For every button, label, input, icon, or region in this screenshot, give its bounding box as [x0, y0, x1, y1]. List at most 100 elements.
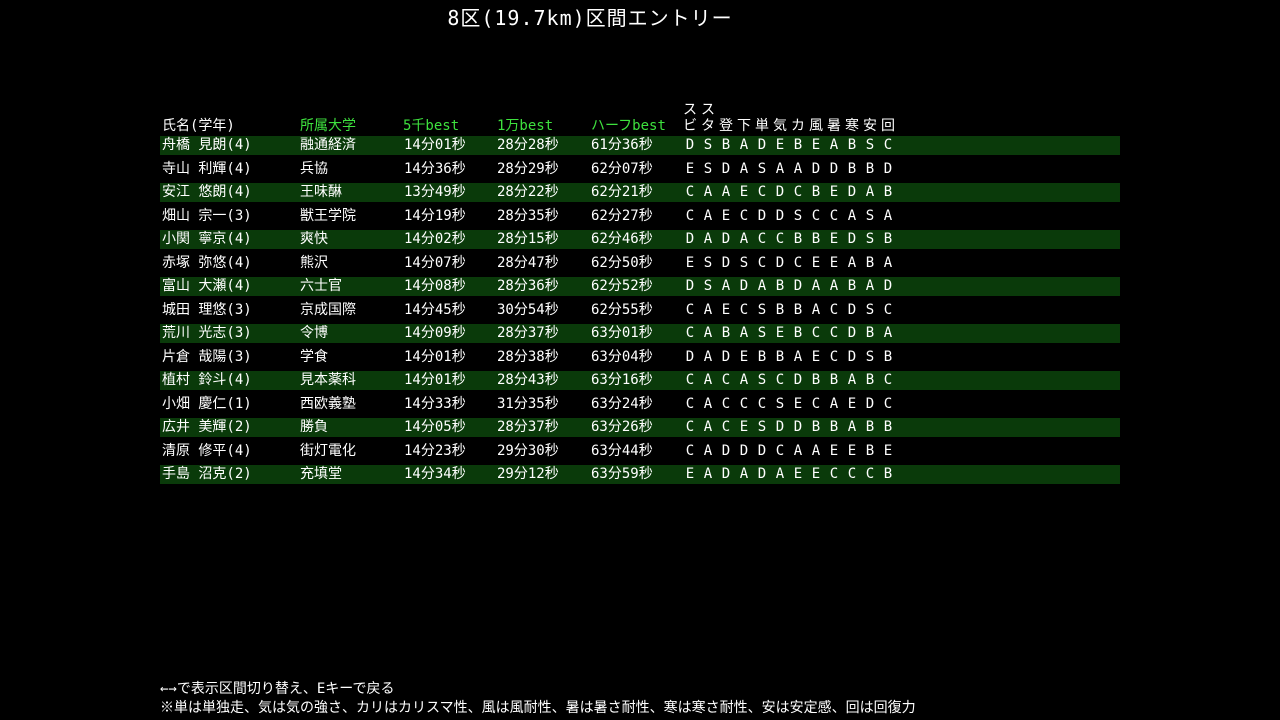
runner-half-best: 62分55秒: [591, 301, 653, 318]
grade-cell: B: [883, 419, 893, 435]
grade-cell: C: [775, 372, 785, 388]
runner-university: 街灯電化: [300, 442, 356, 459]
grade-cell: A: [793, 160, 803, 177]
header-ability-label: 暑: [827, 118, 841, 134]
header-ability-top: [771, 102, 789, 118]
runner-row[interactable]: 小畑 慶仁(1) 西欧義塾 14分33秒 31分35秒 63分24秒 C A C C C S E C A E…: [160, 395, 1120, 414]
runner-row[interactable]: 荒川 光志(3) 令博 14分09秒 28分37秒 63分01秒 C A B A S E B C C D B A: [160, 324, 1120, 343]
grade-cell: A: [703, 348, 713, 365]
grade-cell: S: [775, 395, 785, 412]
grade-cell: C: [865, 466, 875, 482]
grade-cell: A: [757, 278, 767, 294]
grade-cell: S: [739, 254, 749, 271]
header-ability-top: [789, 102, 807, 118]
grade-cell: D: [685, 278, 695, 294]
runner-half-best: 61分36秒: [591, 137, 653, 153]
runner-grades: CADDDCAAEEBE: [681, 442, 897, 461]
runner-half-best: 62分50秒: [591, 254, 653, 271]
runner-name: 広井 美輝(2): [162, 419, 252, 435]
header-ability-top: [825, 102, 843, 118]
grade-cell: A: [703, 419, 713, 435]
grade-cell: B: [775, 301, 785, 318]
header-ability-top: [753, 102, 771, 118]
grade-cell: A: [703, 442, 713, 459]
grade-cell: A: [793, 442, 803, 459]
runner-row[interactable]: 赤塚 弥悠(4) 熊沢 14分07秒 28分47秒 62分50秒 E S D S C D C E E A B A: [160, 254, 1120, 273]
grade-cell: D: [721, 160, 731, 177]
runner-5k-best: 14分01秒: [404, 137, 466, 153]
runner-half-best: 62分46秒: [591, 231, 653, 247]
grade-cell: A: [775, 160, 785, 177]
grade-cell: C: [829, 325, 839, 341]
runner-row[interactable]: 寺山 利輝(4) 兵協 14分36秒 28分29秒 62分07秒 E S D A S A A D D B B D: [160, 160, 1120, 179]
runner-10k-best: 28分29秒: [497, 160, 559, 177]
grade-cell: C: [685, 301, 695, 318]
runner-name: 富山 大瀬(4): [162, 278, 252, 294]
header-ability-0: スビ: [681, 102, 699, 134]
runner-university: 兵協: [300, 160, 328, 177]
grade-cell: B: [865, 325, 875, 341]
runner-5k-best: 13分49秒: [404, 184, 466, 200]
grade-cell: A: [829, 395, 839, 412]
header-ability-top: [717, 102, 735, 118]
header-ability-3: 下: [735, 102, 753, 134]
runner-row[interactable]: 富山 大瀬(4) 六士官 14分08秒 28分36秒 62分52秒 D S A D A B D A A B A…: [160, 277, 1120, 296]
runner-row[interactable]: 舟橋 見朗(4) 融通経済 14分01秒 28分28秒 61分36秒 D S B A D E B E A B…: [160, 136, 1120, 155]
grade-cell: D: [847, 184, 857, 200]
grade-cell: C: [685, 207, 695, 224]
grade-cell: C: [883, 395, 893, 412]
grade-cell: A: [703, 184, 713, 200]
entry-table: 氏名(学年) 所属大学 5千best 1万best ハーフbest スビスタ 登…: [160, 98, 1120, 489]
runner-row[interactable]: 手島 沼克(2) 充填堂 14分34秒 29分12秒 63分59秒 E A D A D A E E C C C…: [160, 465, 1120, 484]
grade-cell: C: [811, 325, 821, 341]
grade-cell: E: [721, 301, 731, 318]
grade-cell: E: [775, 137, 785, 153]
header-ability-top: [879, 102, 897, 118]
grade-cell: E: [811, 466, 821, 482]
runner-5k-best: 14分02秒: [404, 231, 466, 247]
grade-cell: C: [721, 372, 731, 388]
runner-row[interactable]: 清原 修平(4) 街灯電化 14分23秒 29分30秒 63分44秒 C A D D D C A A E E…: [160, 442, 1120, 461]
runner-half-best: 63分44秒: [591, 442, 653, 459]
runner-row[interactable]: 畑山 宗一(3) 獣王学院 14分19秒 28分35秒 62分27秒 C A E C D D S C C A…: [160, 207, 1120, 226]
grade-cell: C: [685, 325, 695, 341]
runner-row[interactable]: 植村 鈴斗(4) 見本薬科 14分01秒 28分43秒 63分16秒 C A C A S C D B B A…: [160, 371, 1120, 390]
grade-cell: A: [703, 231, 713, 247]
grade-cell: D: [757, 466, 767, 482]
grade-cell: D: [757, 137, 767, 153]
runner-10k-best: 31分35秒: [497, 395, 559, 412]
runner-10k-best: 29分12秒: [497, 466, 559, 482]
header-ability-top: [861, 102, 879, 118]
grade-cell: A: [739, 372, 749, 388]
runner-name: 清原 修平(4): [162, 442, 252, 459]
grade-cell: B: [883, 231, 893, 247]
grade-cell: B: [847, 278, 857, 294]
runner-grades: ESDSCDCEEABA: [681, 254, 897, 273]
runner-row[interactable]: 安江 悠朗(4) 王味醂 13分49秒 28分22秒 62分21秒 C A A E C D C B E D A…: [160, 183, 1120, 202]
grade-cell: B: [829, 419, 839, 435]
runner-row[interactable]: 小関 寧京(4) 爽快 14分02秒 28分15秒 62分46秒 D A D A C C B B E D S B: [160, 230, 1120, 249]
runner-row[interactable]: 城田 理悠(3) 京成国際 14分45秒 30分54秒 62分55秒 C A E C S B B A C D…: [160, 301, 1120, 320]
runner-university: 学食: [300, 348, 328, 365]
header-10k-best: 1万best: [497, 118, 554, 134]
grade-cell: D: [685, 348, 695, 365]
runner-row[interactable]: 片倉 哉陽(3) 学食 14分01秒 28分38秒 63分04秒 D A D E B B A E C D S B: [160, 348, 1120, 367]
header-ability-11: 回: [879, 102, 897, 134]
header-ability-top: [843, 102, 861, 118]
header-5k-best: 5千best: [403, 118, 460, 134]
grade-cell: B: [865, 160, 875, 177]
grade-cell: C: [757, 231, 767, 247]
grade-cell: A: [739, 466, 749, 482]
runner-university: 王味醂: [300, 184, 342, 200]
grade-cell: D: [721, 466, 731, 482]
header-ability-8: 暑: [825, 102, 843, 134]
runner-half-best: 63分26秒: [591, 419, 653, 435]
grade-cell: D: [685, 137, 695, 153]
runner-university: 爽快: [300, 231, 328, 247]
grade-cell: E: [811, 254, 821, 271]
grade-cell: C: [847, 466, 857, 482]
runner-10k-best: 29分30秒: [497, 442, 559, 459]
footer-controls-hint: ←→で表示区間切り替え、Eキーで戻る: [160, 681, 395, 697]
runner-row[interactable]: 広井 美輝(2) 勝負 14分05秒 28分37秒 63分26秒 C A C E S D D B B A B B: [160, 418, 1120, 437]
grade-cell: D: [775, 254, 785, 271]
